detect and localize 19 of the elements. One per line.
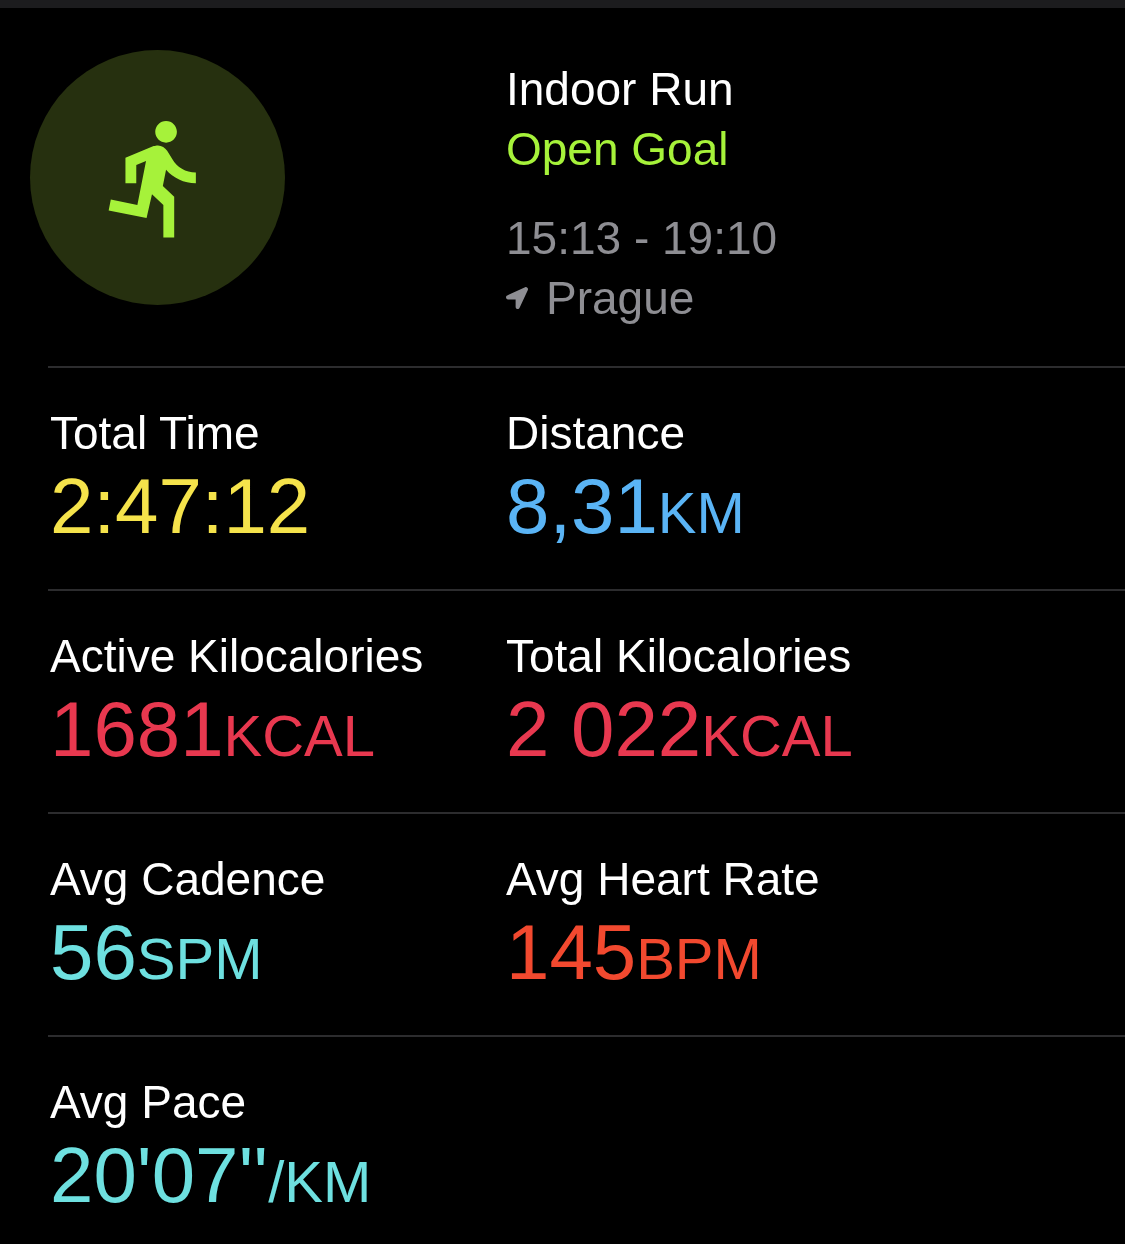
metric-value: 20'07''/KM: [50, 1130, 373, 1221]
metric-value: 8,31KM: [506, 461, 745, 552]
time-range: 15:13 - 19:10: [506, 211, 778, 266]
metric-value: 56SPM: [50, 907, 264, 998]
metric-value: 145BPM: [506, 907, 763, 998]
metric-label: Avg Pace: [50, 1075, 248, 1129]
metric-value: 2 022KCAL: [506, 684, 853, 775]
metric-label: Distance: [506, 406, 686, 460]
metric-label: Avg Cadence: [50, 852, 327, 906]
metric-label: Active Kilocalories: [50, 629, 425, 683]
location-arrow-icon: [506, 287, 528, 309]
location: Prague: [546, 271, 695, 326]
metric-label: Total Kilocalories: [506, 629, 853, 683]
workout-title: Indoor Run: [506, 62, 735, 117]
workout-goal: Open Goal: [506, 122, 730, 177]
metric-label: Avg Heart Rate: [506, 852, 820, 906]
metric-label: Total Time: [50, 406, 261, 460]
metric-value: 2:47:12: [50, 461, 312, 552]
metric-value: 1681KCAL: [50, 684, 377, 775]
